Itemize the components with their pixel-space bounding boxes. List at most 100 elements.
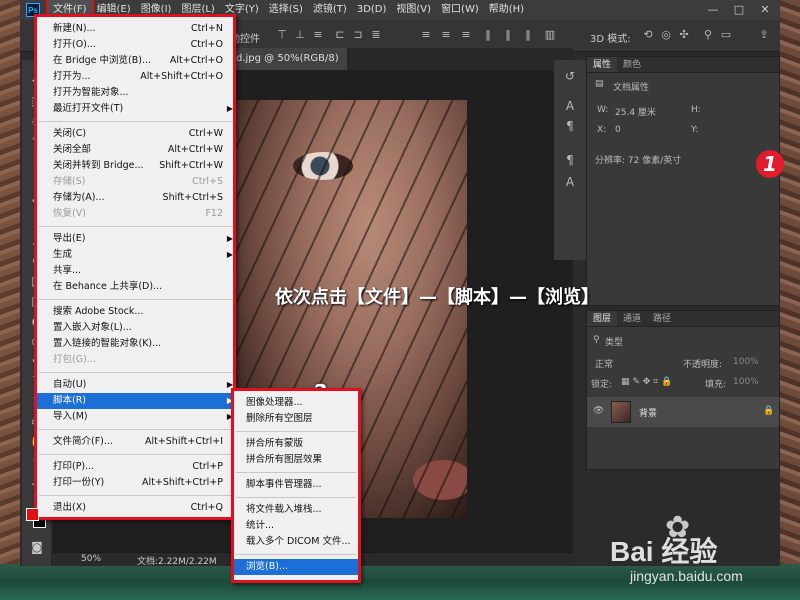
distribute-bottom-icon[interactable]: ≡ [460, 29, 472, 41]
opacity-value[interactable]: 100% [733, 357, 759, 367]
file-menu-item[interactable]: 最近打开文件(T) ▶ [53, 101, 235, 117]
menu-separator [39, 226, 233, 227]
file-menu-item[interactable]: 打开为智能对象... [53, 85, 235, 101]
align-bottom-icon[interactable]: ≡ [312, 29, 324, 41]
visibility-eye-icon[interactable]: 👁 [593, 406, 604, 416]
file-menu-item[interactable]: 打开(O)... Ctrl+O [53, 37, 235, 53]
tab-properties[interactable]: 属性 [587, 57, 618, 72]
file-menu-item[interactable]: 在 Behance 上共享(D)... [53, 279, 235, 295]
history-panel-icon[interactable]: ↺ [562, 68, 578, 84]
file-menu-item[interactable]: 打印(P)... Ctrl+P [53, 459, 235, 475]
3d-rotate-icon[interactable]: ⟲ [642, 29, 654, 41]
script-menu-item[interactable]: 载入多个 DICOM 文件... [246, 534, 358, 550]
file-menu-item[interactable]: 文件简介(F)... Alt+Shift+Ctrl+I [53, 434, 235, 450]
foreground-color-swatch[interactable] [26, 508, 39, 521]
tab-layers[interactable]: 图层 [587, 311, 618, 326]
menu-item-label: 打开为... [53, 71, 91, 82]
3d-roll-icon[interactable]: ◎ [660, 29, 672, 41]
file-menu-item[interactable]: 打开为... Alt+Shift+Ctrl+O [53, 69, 235, 85]
search-icon[interactable]: ⚲ [702, 29, 714, 41]
character-panel-icon[interactable]: A [562, 98, 578, 114]
file-menu-item[interactable]: 在 Bridge 中浏览(B)... Alt+Ctrl+O [53, 53, 235, 69]
menu-select[interactable]: 选择(S) [264, 0, 308, 20]
glyphs-panel-icon[interactable]: ¶ [562, 152, 578, 168]
script-menu-item[interactable]: 统计... [246, 518, 358, 534]
auto-align-icon[interactable]: ▥ [544, 29, 556, 41]
layer-thumbnail [611, 401, 631, 423]
width-value[interactable]: 25.4 厘米 [615, 105, 656, 118]
align-left-icon[interactable]: ⊏ [334, 29, 346, 41]
file-menu-item[interactable]: 打印一份(Y) Alt+Shift+Ctrl+P [53, 475, 235, 491]
menu-item-label: 自动(U) [53, 379, 87, 390]
lock-icons[interactable]: ▦ ✎ ✥ ⌗ 🔒 [621, 377, 672, 387]
align-middle-icon[interactable]: ⊥ [294, 29, 306, 41]
maximize-button[interactable]: □ [726, 0, 752, 20]
menu-item-label: 打印一份(Y) [53, 477, 105, 488]
menu-separator [39, 372, 233, 373]
fill-value[interactable]: 100% [733, 377, 759, 387]
file-menu-item[interactable]: 关闭(C) Ctrl+W [53, 126, 235, 142]
file-menu-item[interactable]: 导入(M) ▶ [53, 409, 235, 425]
menu-window[interactable]: 窗口(W) [436, 0, 484, 20]
script-menu-item[interactable]: 浏览(B)... [234, 559, 358, 575]
share-icon[interactable]: ⇪ [758, 29, 770, 41]
file-menu-item[interactable]: 新建(N)... Ctrl+N [53, 21, 235, 37]
file-menu-item[interactable]: 存储为(A)... Shift+Ctrl+S [53, 190, 235, 206]
file-menu-item[interactable]: 共享... [53, 263, 235, 279]
3d-pan-icon[interactable]: ✣ [678, 29, 690, 41]
align-right-icon[interactable]: ≣ [370, 29, 382, 41]
distribute-center-icon[interactable]: ‖ [502, 29, 514, 41]
distribute-right-icon[interactable]: ‖ [522, 29, 534, 41]
script-menu-item[interactable]: 拼合所有蒙版 [246, 436, 358, 452]
watermark-logo: Bai 经验 [610, 536, 718, 567]
menu-item-label: 关闭(C) [53, 128, 87, 139]
file-menu-item[interactable]: 退出(X) Ctrl+Q [53, 500, 235, 516]
menu-item-shortcut: Alt+Shift+Ctrl+I [144, 436, 223, 447]
distribute-top-icon[interactable]: ≡ [420, 29, 432, 41]
menu-help[interactable]: 帮助(H) [484, 0, 529, 20]
menu-view[interactable]: 视图(V) [391, 0, 436, 20]
tab-paths[interactable]: 路径 [647, 311, 677, 326]
file-menu-item[interactable]: 置入嵌入对象(L)... [53, 320, 235, 336]
close-button[interactable]: ✕ [752, 0, 778, 20]
file-menu-item[interactable]: 生成 ▶ [53, 247, 235, 263]
blend-mode-select[interactable]: 正常 [595, 357, 613, 370]
tab-color[interactable]: 颜色 [617, 57, 647, 72]
workspace-icon[interactable]: ▭ [720, 29, 732, 41]
layer-row-background[interactable]: 👁 背景 🔒 [587, 397, 779, 427]
menu-3d[interactable]: 3D(D) [352, 0, 392, 20]
zoom-level[interactable]: 50% [81, 554, 101, 564]
quick-mask-icon[interactable]: ◙ [28, 538, 46, 556]
align-top-icon[interactable]: ⊤ [276, 29, 288, 41]
file-menu-item[interactable]: 搜索 Adobe Stock... [53, 304, 235, 320]
menu-item-label: 最近打开文件(T) [53, 103, 124, 114]
script-menu-item[interactable]: 将文件载入堆栈... [246, 502, 358, 518]
paragraph-panel-icon[interactable]: ¶ [562, 118, 578, 134]
script-menu-item[interactable]: 拼合所有图层效果 [246, 452, 358, 468]
file-menu-item[interactable]: 脚本(R) ▶ [37, 393, 235, 409]
layer-name[interactable]: 背景 [639, 406, 657, 419]
script-menu-item[interactable]: 脚本事件管理器... [246, 477, 358, 493]
menu-filter[interactable]: 滤镜(T) [308, 0, 352, 20]
x-value[interactable]: 0 [615, 125, 621, 135]
script-menu-item[interactable]: 图像处理器... [246, 395, 358, 411]
document-tab[interactable]: d.jpg @ 50%(RGB/8) [228, 48, 347, 70]
file-menu-item[interactable]: 存储(S) Ctrl+S [53, 174, 235, 190]
distribute-middle-icon[interactable]: ≡ [440, 29, 452, 41]
file-menu-dropdown: 新建(N)... Ctrl+N 打开(O)... Ctrl+O 在 Bridge 中浏览… [34, 14, 236, 520]
menu-item-label: 生成 [53, 249, 73, 260]
file-menu-item[interactable]: 恢复(V) F12 [53, 206, 235, 222]
distribute-left-icon[interactable]: ‖ [482, 29, 494, 41]
layer-filter-select[interactable]: 类型 [605, 335, 623, 348]
file-menu-item[interactable]: 自动(U) ▶ [53, 377, 235, 393]
file-menu-item[interactable]: 置入链接的智能对象(K)... [53, 336, 235, 352]
file-menu-item[interactable]: 关闭并转到 Bridge... Shift+Ctrl+W [53, 158, 235, 174]
styles-panel-icon[interactable]: A [562, 174, 578, 190]
file-menu-item[interactable]: 打包(G)... [53, 352, 235, 368]
script-menu-item[interactable]: 删除所有空图层 [246, 411, 358, 427]
minimize-button[interactable]: — [700, 0, 726, 20]
file-menu-item[interactable]: 关闭全部 Alt+Ctrl+W [53, 142, 235, 158]
file-menu-item[interactable]: 导出(E) ▶ [53, 231, 235, 247]
align-center-icon[interactable]: ⊐ [352, 29, 364, 41]
tab-channels[interactable]: 通道 [617, 311, 647, 326]
